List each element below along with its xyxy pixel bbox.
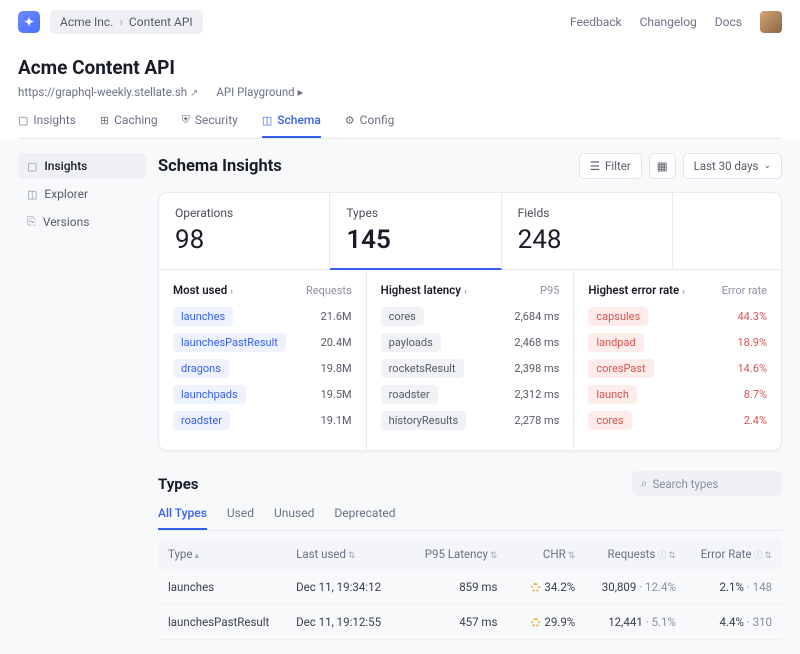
date-range-button[interactable]: Last 30 days⌄ <box>683 153 782 179</box>
col-error-rate[interactable]: Error Rateⓘ⇅ <box>676 547 772 561</box>
sidebar-item-insights[interactable]: ▢Insights <box>18 153 146 179</box>
types-title: Types <box>158 475 199 493</box>
calendar-icon: ▦ <box>657 159 668 173</box>
avatar[interactable] <box>760 11 782 33</box>
table-row[interactable]: launchesPastResultDec 11, 19:12:55457 ms… <box>158 605 782 640</box>
section-title: Schema Insights <box>158 157 282 176</box>
api-playground-link[interactable]: API Playground ▸ <box>216 85 303 99</box>
tab-config[interactable]: ⚙Config <box>345 113 395 138</box>
list-item[interactable]: dragons19.8M <box>173 359 352 378</box>
col-chr[interactable]: CHR⇅ <box>497 547 575 561</box>
chevron-down-icon: ⌄ <box>763 161 771 171</box>
filter-icon: ☰ <box>590 159 600 173</box>
search-input[interactable]: ⌕ Search types <box>632 471 782 496</box>
list-item[interactable]: launchesPastResult20.4M <box>173 333 352 352</box>
type-tab-deprecated[interactable]: Deprecated <box>334 506 395 530</box>
date-icon-button[interactable]: ▦ <box>649 153 676 179</box>
stat-operations[interactable]: Operations98 <box>159 193 330 269</box>
list-item[interactable]: roadster2,312 ms <box>381 385 560 404</box>
changelog-link[interactable]: Changelog <box>640 15 697 29</box>
tab-schema[interactable]: ◫Schema <box>262 113 321 138</box>
col-type[interactable]: Type▴ <box>168 547 296 561</box>
stat-types[interactable]: Types145 <box>330 193 501 270</box>
search-icon: ⌕ <box>641 476 647 491</box>
sidebar-icon: ⎘ <box>27 215 36 229</box>
list-item[interactable]: historyResults2,278 ms <box>381 411 560 430</box>
tab-security[interactable]: ⛨Security <box>182 113 238 138</box>
tab-icon: ▢ <box>18 114 28 127</box>
sidebar-icon: ◫ <box>27 188 37 201</box>
list-item[interactable]: cores2.4% <box>588 411 767 430</box>
type-tab-used[interactable]: Used <box>227 506 254 530</box>
col-p95[interactable]: P95 Latency⇅ <box>415 547 497 561</box>
list-item[interactable]: cores2,684 ms <box>381 307 560 326</box>
tab-icon: ⊞ <box>100 114 109 127</box>
docs-link[interactable]: Docs <box>715 15 742 29</box>
col-last-used[interactable]: Last used⇅ <box>296 547 415 561</box>
col-requests[interactable]: Requestsⓘ⇅ <box>575 547 676 561</box>
list-item[interactable]: launchpads19.5M <box>173 385 352 404</box>
list-item[interactable]: payloads2,468 ms <box>381 333 560 352</box>
list-item[interactable]: rocketsResult2,398 ms <box>381 359 560 378</box>
list-highest-error-rate: Highest error rate›Error ratecapsules44.… <box>574 270 781 450</box>
list-item[interactable]: coresPast14.6% <box>588 359 767 378</box>
tab-caching[interactable]: ⊞Caching <box>100 113 158 138</box>
table-header: Type▴ Last used⇅ P95 Latency⇅ CHR⇅ Reque… <box>158 538 782 570</box>
breadcrumb-org: Acme Inc. <box>60 15 113 29</box>
sidebar-icon: ▢ <box>27 160 37 173</box>
list-item[interactable]: roadster19.1M <box>173 411 352 430</box>
sidebar-item-explorer[interactable]: ◫Explorer <box>18 181 146 207</box>
app-logo[interactable]: ✦ <box>18 11 40 33</box>
chevron-right-icon: › <box>119 15 123 29</box>
type-tab-all-types[interactable]: All Types <box>158 506 207 530</box>
service-url[interactable]: https://graphql-weekly.stellate.sh ↗ <box>18 85 198 99</box>
list-item[interactable]: launches21.6M <box>173 307 352 326</box>
breadcrumb[interactable]: Acme Inc. › Content API <box>50 10 203 34</box>
external-link-icon: ↗ <box>190 88 198 99</box>
breadcrumb-project: Content API <box>129 15 193 29</box>
search-placeholder: Search types <box>652 477 718 491</box>
list-most-used: Most used›Requestslaunches21.6MlaunchesP… <box>159 270 367 450</box>
list-highest-latency: Highest latency›P95cores2,684 mspayloads… <box>367 270 575 450</box>
tab-icon: ◫ <box>262 114 272 127</box>
tab-icon: ⛨ <box>182 113 190 127</box>
list-item[interactable]: capsules44.3% <box>588 307 767 326</box>
tab-icon: ⚙ <box>345 114 355 127</box>
list-item[interactable]: launch8.7% <box>588 385 767 404</box>
sidebar-item-versions[interactable]: ⎘Versions <box>18 209 146 235</box>
type-tab-unused[interactable]: Unused <box>274 506 314 530</box>
list-item[interactable]: landpad18.9% <box>588 333 767 352</box>
filter-button[interactable]: ☰Filter <box>579 153 642 179</box>
tab-insights[interactable]: ▢Insights <box>18 113 76 138</box>
feedback-link[interactable]: Feedback <box>570 15 622 29</box>
page-title: Acme Content API <box>18 56 782 79</box>
stat-fields[interactable]: Fields248 <box>502 193 673 269</box>
